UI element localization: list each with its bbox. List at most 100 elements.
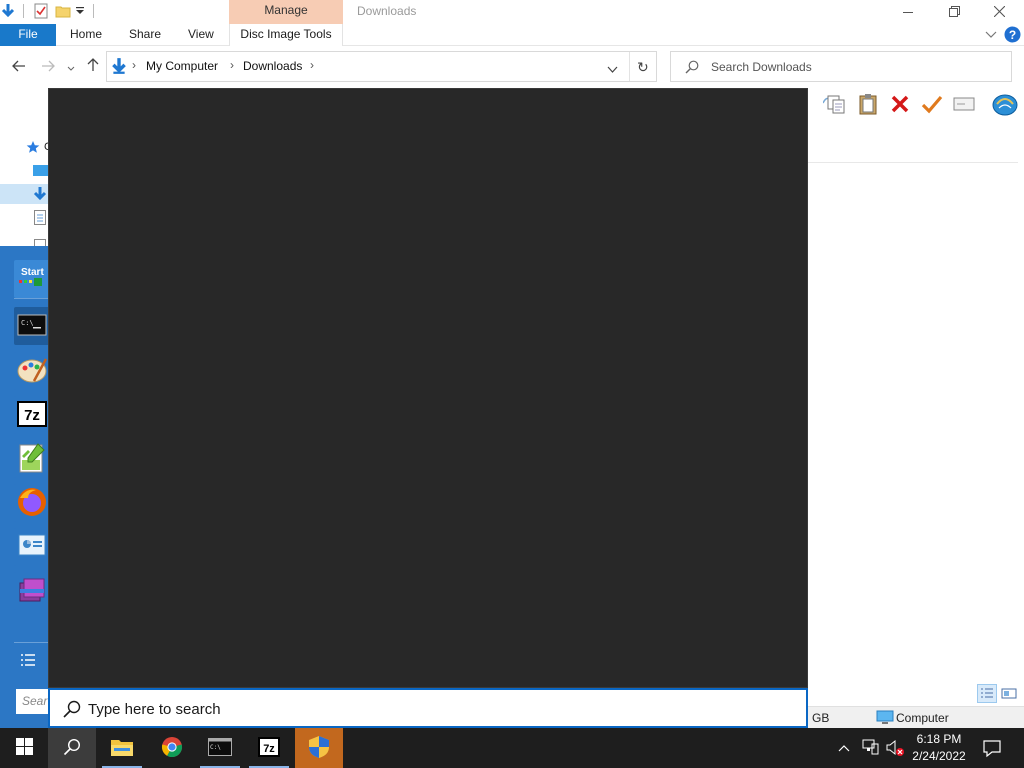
search-icon [63,738,81,759]
volume-muted-icon[interactable] [886,739,906,760]
rail-search-box[interactable]: Sear [16,689,48,714]
file-explorer-icon [110,737,134,760]
customize-qat-icon[interactable] [75,6,91,22]
address-divider [629,52,630,81]
delete-icon[interactable] [888,92,912,116]
tab-disc-image-tools[interactable]: Disc Image Tools [229,24,343,46]
tile-command-prompt[interactable]: C:\ [14,307,50,345]
7-zip-icon: 7z [17,400,47,430]
shield-icon [308,735,330,762]
column-header-divider [808,162,1018,163]
tab-view[interactable]: View [188,24,214,46]
manage-contextual-tab[interactable]: Manage [229,0,343,24]
notepad-plus-plus-icon [18,442,46,477]
command-prompt-icon: C:\ [208,737,232,759]
taskbar-search-button[interactable] [48,728,96,768]
downloads-nav-item-selected[interactable] [0,184,48,204]
system-clock[interactable]: 6:18 PM 2/24/2022 [906,731,972,765]
taskbar: C:\ 7z 6:18 PM 2/24/2022 [0,728,1024,768]
up-button[interactable] [82,56,104,78]
taskbar-7-zip[interactable]: 7z [245,728,293,768]
shell-globe-icon[interactable] [991,92,1019,116]
taskbar-security-shield[interactable] [295,728,343,768]
tab-share[interactable]: Share [129,24,161,46]
all-apps-list-icon[interactable] [21,653,35,670]
search-downloads-box[interactable]: Search Downloads [670,51,1012,82]
taskbar-file-explorer[interactable] [98,728,146,768]
qat-divider [23,4,24,18]
start-search-box[interactable]: Type here to search [48,688,808,728]
forward-button[interactable] [37,56,59,78]
window-title: Downloads [357,4,417,18]
checkmark-icon[interactable] [920,92,944,116]
breadcrumb-my-computer[interactable]: My Computer [146,59,218,73]
recent-locations-button[interactable] [62,56,80,78]
back-arrow-icon [12,59,26,76]
properties-icon[interactable] [33,3,49,19]
computer-icon [876,710,894,728]
action-center-icon[interactable] [980,736,1004,760]
taskbar-command-prompt[interactable]: C:\ [196,728,244,768]
downloads-arrow-icon[interactable] [0,3,16,19]
tile-control-panel[interactable] [14,528,50,566]
clock-time: 6:18 PM [916,732,962,746]
documents-nav-icon[interactable] [34,210,46,228]
copy-icon[interactable] [824,92,848,116]
close-button[interactable] [976,0,1022,24]
desktop-folder-icon[interactable] [33,165,48,180]
breadcrumb-separator-icon[interactable]: › [310,58,314,72]
show-hidden-icons-chevron[interactable] [838,740,850,755]
start-menu-panel[interactable] [48,88,808,688]
tile-notepad-plus-plus[interactable] [14,440,50,478]
tile-winrar[interactable] [14,572,50,610]
minimize-icon [903,4,913,20]
status-bar: GB Computer [808,706,1024,728]
qat-divider [93,4,94,18]
command-toolbar [808,88,1024,120]
taskbar-chrome[interactable] [148,728,196,768]
start-button[interactable] [0,728,48,768]
start-tile-label: Start [21,267,44,278]
control-panel-icon [17,533,47,562]
details-view-icon [978,688,996,705]
title-bar: Manage Downloads [0,0,1024,24]
clock-date: 2/24/2022 [912,749,966,763]
7-zip-icon: 7z [258,736,280,760]
svg-text:C:\: C:\ [210,744,221,751]
tile-paint[interactable] [14,352,50,390]
tile-firefox[interactable] [14,484,50,522]
tile-7-zip[interactable]: 7z [14,396,50,434]
large-icons-view-icon [1000,688,1018,705]
quick-access-star-icon[interactable] [26,140,40,157]
breadcrumb-separator-icon[interactable]: › [132,58,136,72]
svg-text:?: ? [1009,28,1016,42]
refresh-icon[interactable]: ↻ [637,59,649,76]
status-location: Computer [896,711,949,725]
back-button[interactable] [8,56,30,78]
search-placeholder: Search Downloads [711,60,812,74]
close-icon [993,4,1005,20]
tab-file[interactable]: File [0,24,56,46]
file-list-area[interactable] [808,120,1024,706]
address-dropdown-icon[interactable] [607,63,618,77]
paste-icon[interactable] [856,92,880,116]
new-folder-icon[interactable] [55,3,71,19]
search-icon [685,60,699,77]
rename-icon[interactable] [952,92,976,116]
forward-arrow-icon [41,59,55,76]
breadcrumb-downloads[interactable]: Downloads [243,59,302,73]
details-view-button[interactable] [977,684,997,703]
breadcrumb-separator-icon[interactable]: › [230,58,234,72]
help-icon[interactable]: ? [1004,26,1021,46]
expand-ribbon-icon[interactable] [985,29,997,43]
start-tile[interactable] [14,260,50,298]
restore-button[interactable] [931,0,977,24]
restore-icon [948,4,960,20]
minimize-button[interactable] [885,0,931,24]
search-magnifier-icon [62,699,82,719]
address-bar[interactable]: › My Computer › Downloads › ↻ [106,51,657,82]
network-icon[interactable] [862,739,880,758]
large-icons-view-button[interactable] [1000,685,1018,702]
tab-home[interactable]: Home [70,24,102,46]
rail-divider [14,642,48,643]
